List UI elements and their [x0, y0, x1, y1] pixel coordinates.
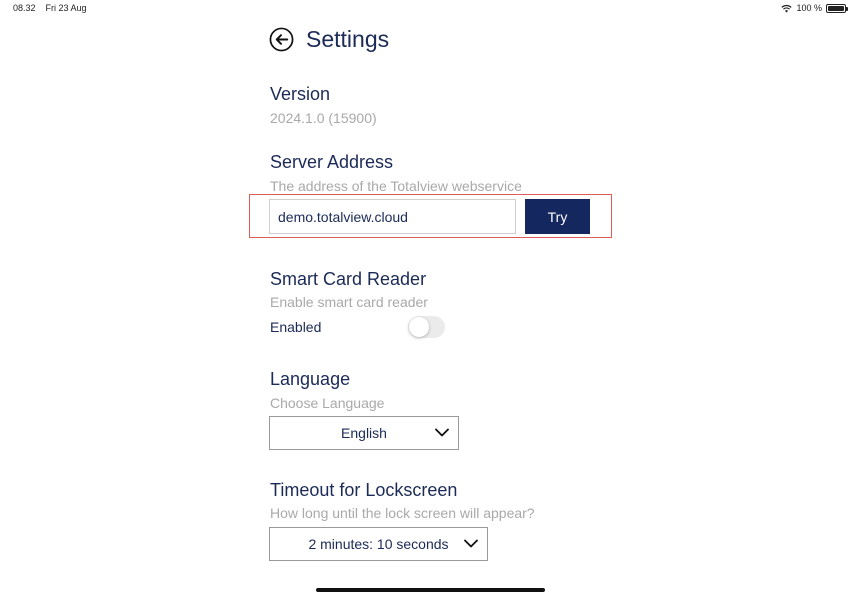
timeout-select[interactable]: 2 minutes: 10 seconds	[269, 527, 488, 561]
status-bar-left: 08.32 Fri 23 Aug	[13, 3, 87, 13]
language-title: Language	[270, 369, 351, 389]
back-arrow-icon[interactable]	[269, 27, 294, 52]
timeout-subtitle: How long until the lock screen will appe…	[270, 505, 535, 521]
language-selected-value: English	[341, 425, 387, 441]
home-indicator	[316, 588, 545, 592]
status-time: 08.32	[13, 3, 36, 13]
version-title: Version	[270, 84, 331, 104]
version-value: 2024.1.0 (15900)	[270, 110, 377, 126]
server-address-input[interactable]	[269, 199, 516, 234]
smart-card-subtitle: Enable smart card reader	[270, 294, 428, 310]
language-subtitle: Choose Language	[270, 395, 385, 411]
page-title: Settings	[306, 26, 390, 52]
toggle-knob	[409, 317, 429, 337]
language-select[interactable]: English	[269, 416, 459, 450]
battery-percentage: 100 %	[796, 3, 822, 13]
status-bar-right: 100 %	[781, 3, 848, 13]
battery-icon	[826, 3, 848, 13]
settings-page: 08.32 Fri 23 Aug 100 % Settings Version …	[0, 0, 860, 598]
smart-card-toggle[interactable]	[408, 316, 445, 338]
timeout-selected-value: 2 minutes: 10 seconds	[308, 536, 449, 552]
chevron-down-icon	[435, 428, 449, 437]
server-address-subtitle: The address of the Totalview webservice	[270, 178, 522, 194]
status-date: Fri 23 Aug	[45, 3, 87, 13]
header: Settings	[269, 26, 389, 53]
chevron-down-icon	[464, 539, 478, 548]
timeout-title: Timeout for Lockscreen	[270, 480, 458, 500]
wifi-icon	[781, 4, 793, 13]
server-address-title: Server Address	[270, 152, 394, 172]
try-button[interactable]: Try	[525, 199, 590, 234]
smart-card-title: Smart Card Reader	[270, 269, 427, 289]
smart-card-toggle-label: Enabled	[270, 319, 322, 335]
